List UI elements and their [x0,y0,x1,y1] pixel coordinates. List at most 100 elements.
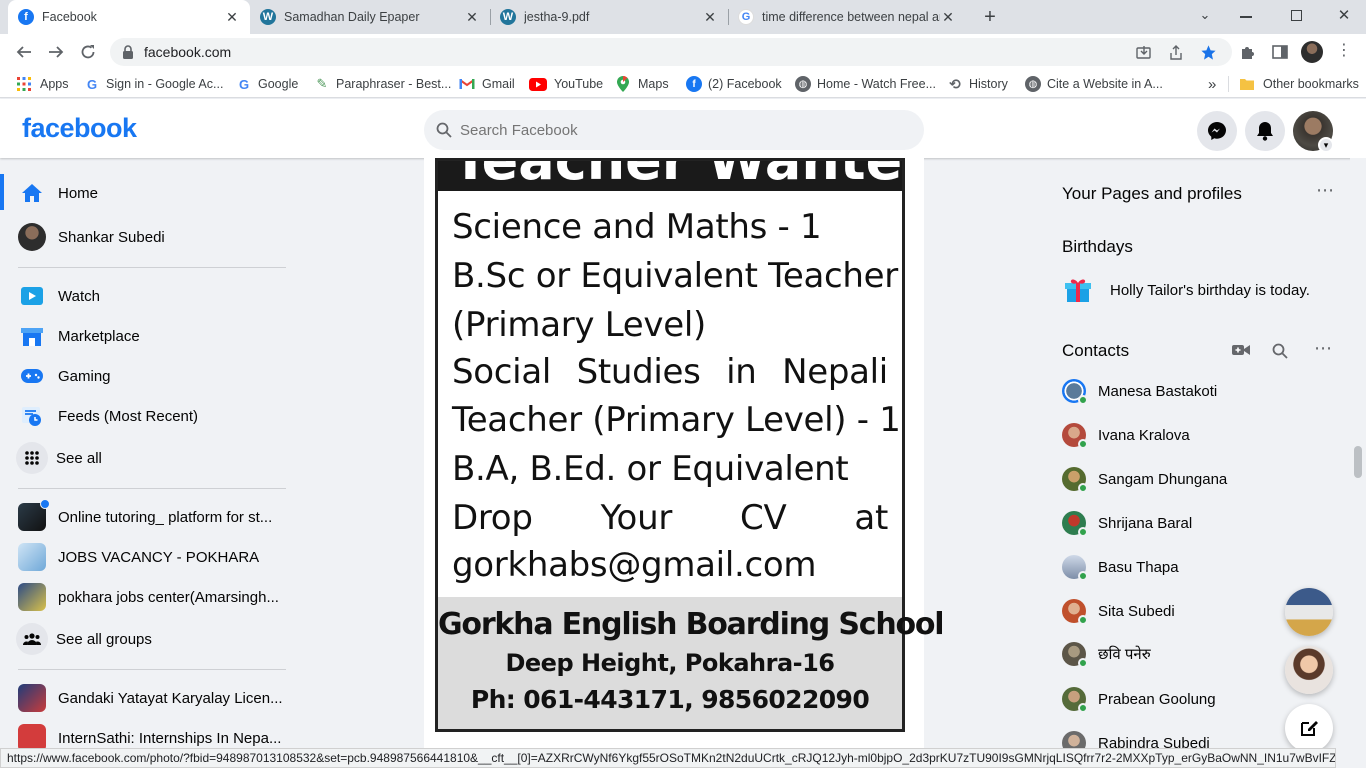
home-icon [18,179,46,207]
bookmark-history[interactable]: ⟲ History [947,70,1008,98]
close-icon[interactable]: ✕ [702,9,718,26]
bookmark-facebook[interactable]: f (2) Facebook [686,70,782,98]
bookmark-google[interactable]: G Google [236,70,298,98]
group-label: pokhara jobs center(Amarsingh... [58,588,279,606]
install-app-icon[interactable] [1136,45,1152,61]
contact-name: छवि पनेरु [1098,646,1151,663]
contact-name: Basu Thapa [1098,558,1179,576]
group-jobs-vacancy[interactable]: JOBS VACANCY - POKHARA [8,537,292,577]
facebook-logo[interactable]: facebook [22,113,137,144]
contact-avatar [1062,467,1088,493]
scrollbar-thumb[interactable] [1354,446,1362,478]
side-panel-icon[interactable] [1272,44,1288,60]
bookmark-maps[interactable]: Maps [617,70,669,98]
bookmark-apps[interactable]: Apps [16,70,69,98]
contact-item[interactable]: Ivana Kralova [1054,415,1334,455]
online-indicator [1078,439,1088,449]
nav-see-all-groups[interactable]: See all groups [8,619,292,659]
ad-word: in [726,352,757,392]
profile-avatar[interactable] [1301,41,1323,63]
nav-marketplace[interactable]: Marketplace [8,316,292,356]
post-image-teacher-wanted[interactable]: Teacher Wanted Science and Maths - 1 B.S… [435,158,945,732]
news-feed: Teacher Wanted Science and Maths - 1 B.S… [424,158,945,752]
new-tab-button[interactable]: + [978,5,1002,29]
restore-button[interactable] [1291,10,1302,21]
tab-facebook[interactable]: f Facebook ✕ [8,0,250,34]
group-pokhara-jobs[interactable]: pokhara jobs center(Amarsingh... [8,577,292,617]
youtube-icon [529,77,547,91]
nav-gaming[interactable]: Gaming [8,356,292,396]
bookmark-label: YouTube [554,77,604,91]
search-icon[interactable] [1272,343,1288,359]
nav-profile[interactable]: Shankar Subedi [8,217,292,257]
chat-head[interactable] [1285,588,1333,636]
account-chevron-down-icon[interactable]: ▾ [1318,137,1334,153]
birthdays-title: Birthdays [1062,237,1133,256]
contact-item[interactable]: Basu Thapa [1054,547,1334,587]
reload-button[interactable] [74,38,102,66]
contacts-more-icon[interactable]: ⋯ [1310,338,1336,360]
shortcut-label: InternSathi: Internships In Nepa... [58,729,282,747]
group-avatar [18,583,46,611]
profile-avatar [18,223,46,251]
ad-line: gorkhabs@gmail.com [452,545,817,585]
shortcut-gandaki-yatayat[interactable]: Gandaki Yatayat Karyalay Licen... [8,678,292,718]
tab-time-difference[interactable]: G time difference between nepal ar ✕ [728,0,966,34]
tab-jestha[interactable]: W jestha-9.pdf ✕ [490,0,728,34]
minimize-button[interactable] [1240,16,1252,18]
search-input[interactable] [460,121,860,139]
contact-item[interactable]: Manesa Bastakoti [1054,371,1334,411]
ad-line: (Primary Level) [452,305,706,345]
tab-search-chevron-icon[interactable]: ⌄ [1196,7,1214,25]
tab-samadhan[interactable]: W Samadhan Daily Epaper ✕ [250,0,490,34]
other-bookmarks[interactable]: Other bookmarks [1240,70,1359,98]
forward-button[interactable] [42,38,70,66]
bookmark-label: Gmail [482,77,515,91]
contact-item[interactable]: Shrijana Baral [1054,503,1334,543]
ad-line: B.Sc or Equivalent Teacher [452,256,898,296]
bookmark-gmail[interactable]: Gmail [459,70,515,98]
nav-feeds[interactable]: Feeds (Most Recent) [8,396,292,436]
nav-watch[interactable]: Watch [8,276,292,316]
share-icon[interactable] [1168,45,1184,61]
video-room-icon[interactable] [1232,343,1250,357]
nav-see-all[interactable]: See all [8,438,292,478]
bookmark-star-icon[interactable] [1200,44,1217,61]
page-scrollbar[interactable] [1350,158,1366,752]
compose-icon [1301,721,1318,736]
contact-name: Prabean Goolung [1098,690,1216,708]
close-icon[interactable]: ✕ [464,9,480,26]
messenger-button[interactable] [1197,111,1237,151]
chat-head[interactable] [1285,646,1333,694]
pages-more-icon[interactable]: ⋯ [1312,180,1338,202]
bookmark-cite[interactable]: ◍ Cite a Website in A... [1025,70,1163,98]
group-online-tutoring[interactable]: Online tutoring_ platform for st... [8,497,292,537]
ad-line: Science and Maths - 1 [452,207,822,247]
birthday-item[interactable]: Holly Tailor's birthday is today. [1064,275,1324,305]
close-icon[interactable]: ✕ [224,9,240,26]
bookmark-youtube[interactable]: YouTube [529,70,603,98]
ad-word: Nepali [782,352,888,392]
contact-avatar [1062,423,1088,449]
contact-avatar [1062,642,1088,668]
nav-home[interactable]: Home [8,173,292,213]
close-icon[interactable]: ✕ [940,9,956,26]
birthday-text: 's birthday is today. [1183,281,1310,299]
gmail-icon [459,79,475,89]
notifications-button[interactable] [1245,111,1285,151]
extensions-puzzle-icon[interactable] [1240,44,1256,60]
bookmark-google-signin[interactable]: G Sign in - Google Ac... [84,70,224,98]
bookmark-paraphraser[interactable]: ✎ Paraphraser - Best... [314,70,452,98]
window-close-button[interactable]: ✕ [1336,6,1352,24]
online-indicator [1078,395,1088,405]
back-button[interactable] [10,38,38,66]
new-message-button[interactable] [1285,704,1333,752]
more-bookmarks-button[interactable]: » [1208,70,1216,98]
address-bar[interactable]: facebook.com [110,38,1232,66]
birthday-name[interactable]: Holly Tailor [1110,282,1183,299]
bookmark-home-watch[interactable]: ◍ Home - Watch Free... [795,70,936,98]
forward-arrow-icon [49,46,64,58]
chrome-menu-kebab-icon[interactable]: ⋮ [1336,42,1352,62]
search-bar[interactable] [424,110,924,150]
contact-item[interactable]: Sangam Dhungana [1054,459,1334,499]
